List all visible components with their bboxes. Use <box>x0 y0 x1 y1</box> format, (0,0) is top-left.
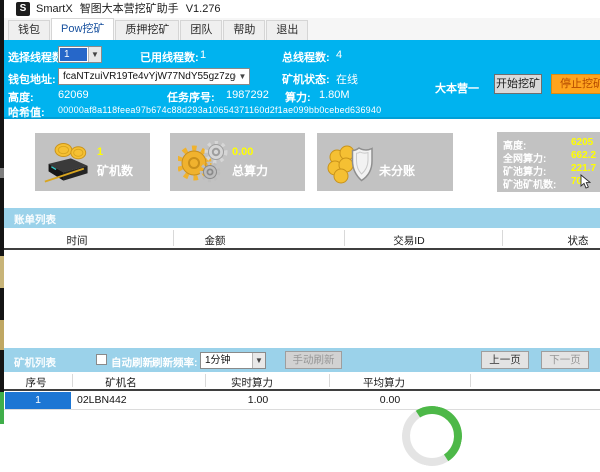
used-threads-value: 1 <box>200 49 206 61</box>
wallet-address-label: 钱包地址: <box>8 71 56 87</box>
bill-table-body <box>4 250 600 348</box>
tab-pow-mining[interactable]: Pow挖矿 <box>51 18 114 40</box>
miner-count-card: 1 矿机数 <box>35 133 150 191</box>
miner-status-label: 矿机状态: <box>282 71 330 87</box>
pool-miner-count-label: 矿池矿机数: <box>503 176 556 191</box>
chevron-down-icon: ▼ <box>252 353 265 368</box>
miner-list-title: 矿机列表 <box>14 355 56 370</box>
refresh-rate-label: 刷新频率: <box>152 355 198 370</box>
app-version: V1.276 <box>186 3 221 15</box>
title-bar: S SmartX 智图大本营挖矿助手 V1.276 <box>4 0 600 18</box>
total-hashrate-label: 总算力 <box>232 162 268 179</box>
miner-count-value: 1 <box>97 146 103 158</box>
miner-list-bar: 矿机列表 自动刷新 刷新频率: 1分钟 ▼ 手动刷新 上一页 下一页 <box>4 348 600 372</box>
bill-list-title: 账单列表 <box>14 212 56 227</box>
chevron-down-icon: ▼ <box>236 69 249 84</box>
bill-list-bar: 账单列表 <box>4 208 600 228</box>
gears-icon <box>178 141 228 190</box>
tab-exit[interactable]: 退出 <box>266 20 308 40</box>
auto-refresh-checkbox[interactable] <box>96 354 107 365</box>
miner-table-header: 序号 矿机名 实时算力 平均算力 <box>4 372 600 391</box>
app-name: SmartX <box>36 3 73 15</box>
tab-team[interactable]: 团队 <box>180 20 222 40</box>
mining-panel: 选择线程数: 1 ▼ 已用线程数: 1 总线程数: 4 钱包地址: fcaNTz… <box>4 40 600 119</box>
stop-mining-button[interactable]: 停止挖矿 <box>551 74 600 94</box>
thread-count-value: 1 <box>60 48 87 61</box>
miner-table-row[interactable]: 1 02LBN442 1.00 0.00 <box>4 391 600 410</box>
manual-refresh-button[interactable]: 手动刷新 <box>285 351 342 369</box>
hashrate-label: 算力: <box>285 89 311 105</box>
col-amount[interactable]: 金额 <box>205 233 226 248</box>
row-realtime-hashrate: 1.00 <box>248 394 268 406</box>
refresh-rate-value: 1分钟 <box>201 353 252 368</box>
col-realtime-hashrate[interactable]: 实时算力 <box>231 375 273 390</box>
loading-spinner-icon <box>396 400 467 471</box>
thread-count-select[interactable]: 1 ▼ <box>58 46 102 63</box>
camp-name: 大本营一 <box>435 80 479 96</box>
unallocated-label: 未分账 <box>379 162 415 179</box>
height-value: 62069 <box>58 89 89 101</box>
auto-refresh-label: 自动刷新 <box>111 355 153 370</box>
col-miner-name[interactable]: 矿机名 <box>105 375 137 390</box>
miner-status-value: 在线 <box>336 71 358 87</box>
task-number-label: 任务序号: <box>167 89 215 105</box>
hash-value: 00000af8a118feea97b674c88d293a1065437116… <box>58 105 381 115</box>
coins-shield-icon <box>325 141 377 190</box>
total-threads-label: 总线程数: <box>282 49 330 65</box>
col-transaction-id[interactable]: 交易ID <box>393 233 425 248</box>
col-seq[interactable]: 序号 <box>26 375 47 390</box>
pool-hashrate-value: 221.7 <box>571 163 596 174</box>
bill-table-header: 时间 金额 交易ID 状态 <box>4 228 600 250</box>
tab-help[interactable]: 帮助 <box>223 20 265 40</box>
col-average-hashrate[interactable]: 平均算力 <box>363 375 405 390</box>
row-seq-cell: 1 <box>5 392 71 409</box>
tab-wallet[interactable]: 钱包 <box>8 20 50 40</box>
wallet-address-select[interactable]: fcaNTzuiVR19Te4vYjW77NdY55gz7zgdW ▼ <box>58 68 250 85</box>
prev-page-button[interactable]: 上一页 <box>481 351 529 369</box>
mouse-cursor-icon <box>580 174 591 194</box>
miner-count-label: 矿机数 <box>97 162 133 179</box>
unallocated-card: 未分账 <box>317 133 453 191</box>
app-logo-icon: S <box>16 2 30 16</box>
refresh-rate-select[interactable]: 1分钟 ▼ <box>200 352 266 369</box>
hashrate-value: 1.80M <box>319 89 350 101</box>
next-page-button[interactable]: 下一页 <box>541 351 589 369</box>
task-number-value: 1987292 <box>226 89 269 101</box>
network-hashrate-value: 662.2 <box>571 150 596 161</box>
product-name: 智图大本营挖矿助手 <box>80 3 179 15</box>
tab-bar: 钱包 Pow挖矿 质押挖矿 团队 帮助 退出 <box>4 18 600 40</box>
col-status[interactable]: 状态 <box>568 233 589 248</box>
miner-rig-icon <box>43 141 95 190</box>
col-time[interactable]: 时间 <box>67 233 88 248</box>
total-threads-value: 4 <box>336 49 342 61</box>
row-miner-name: 02LBN442 <box>77 394 127 406</box>
wallet-address-value: fcaNTzuiVR19Te4vYjW77NdY55gz7zgdW <box>59 69 236 84</box>
used-threads-label: 已用线程数: <box>140 49 199 65</box>
total-hashrate-value: 0.00 <box>232 146 253 158</box>
height-label: 高度: <box>8 89 34 105</box>
chevron-down-icon: ▼ <box>88 47 101 62</box>
tab-stake-mining[interactable]: 质押挖矿 <box>115 20 179 40</box>
pool-height-value: 6205 <box>571 137 593 148</box>
row-average-hashrate: 0.00 <box>380 394 400 406</box>
window-title: SmartX 智图大本营挖矿助手 V1.276 <box>36 0 228 18</box>
start-mining-button[interactable]: 开始挖矿 <box>494 74 542 94</box>
hash-label: 哈希值: <box>8 104 45 120</box>
total-hashrate-card: 0.00 总算力 <box>170 133 305 191</box>
